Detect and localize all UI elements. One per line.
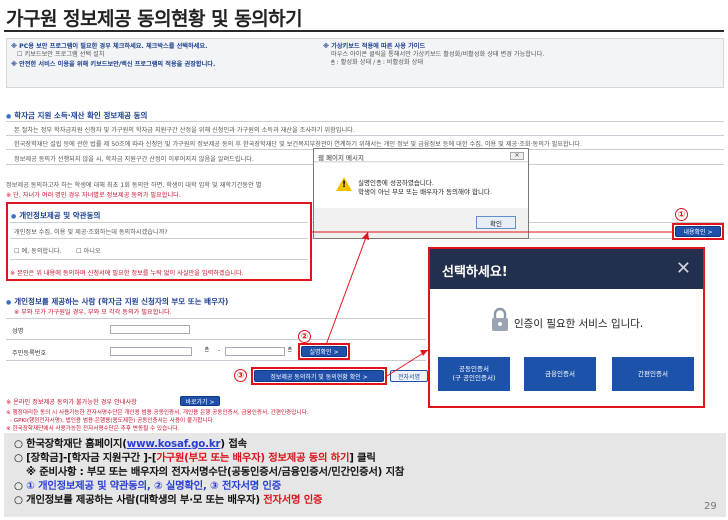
summary-line-2: ○ [장학금]-[학자금 지원구간 ]-[가구원(부모 또는 배우자) 정보제공… (14, 452, 376, 465)
simple-certificate-button[interactable]: 간편인증서 (612, 357, 694, 391)
summary-line-3: ※ 준비사항 : 부모 또는 배우자의 전자서명수단(공동인증서/금융인증서/민… (26, 466, 405, 478)
lock-icon (492, 307, 508, 331)
arrow-head-3 (420, 350, 428, 356)
summary-highlight: 가구원(부모 또는 배우자) 정보제공 동의 하기 (156, 452, 350, 464)
summary-text: ○ [장학금]-[학자금 지원구간 ]-[ (14, 452, 157, 464)
close-icon[interactable]: ✕ (676, 258, 691, 279)
summary-highlight: 전자서명 인증 (263, 494, 323, 506)
summary-text: ○ (14, 480, 27, 492)
arrow-line-2 (325, 231, 369, 346)
summary-text: ] 클릭 (349, 452, 376, 464)
summary-steps: ① 개인정보제공 및 약관동의, ② 실명확인, ③ 전자서명 인증 (26, 480, 281, 492)
auth-dialog-title: 선택하세요! (442, 265, 508, 280)
arrow-head-2 (362, 232, 369, 240)
financial-certificate-button[interactable]: 금융인증서 (524, 357, 596, 391)
joint-certificate-label: 공동인증서 (459, 365, 489, 373)
instruction-summary: ○ 한국장학재단 홈페이지(www.kosaf.go.kr) 접속 ○ [장학금… (4, 433, 726, 517)
auth-dialog-header: 선택하세요! ✕ (430, 249, 703, 289)
summary-text: ) 접속 (220, 438, 247, 450)
summary-text: ○ 개인정보를 제공하는 사람(대학생의 부·모 또는 배우자) (14, 494, 264, 506)
page-number: 29 (704, 501, 717, 512)
summary-line-1: ○ 한국장학재단 홈페이지(www.kosaf.go.kr) 접속 (14, 438, 247, 451)
arrow-line-3 (386, 349, 429, 377)
summary-line-5: ○ 개인정보를 제공하는 사람(대학생의 부·모 또는 배우자) 전자서명 인증 (14, 494, 322, 507)
auth-required-message: 인증이 필요한 서비스 입니다. (514, 318, 644, 330)
joint-certificate-sublabel: (구 공인인증서) (452, 374, 496, 382)
auth-select-dialog: 선택하세요! ✕ 인증이 필요한 서비스 입니다. 공동인증서 (구 공인인증서)… (428, 247, 705, 408)
joint-certificate-button[interactable]: 공동인증서 (구 공인인증서) (438, 357, 510, 391)
summary-line-4: ○ ① 개인정보제공 및 약관동의, ② 실명확인, ③ 전자서명 인증 (14, 480, 281, 493)
summary-text: ○ 한국장학재단 홈페이지( (14, 438, 127, 450)
kosaf-link[interactable]: www.kosaf.go.kr (127, 438, 221, 450)
